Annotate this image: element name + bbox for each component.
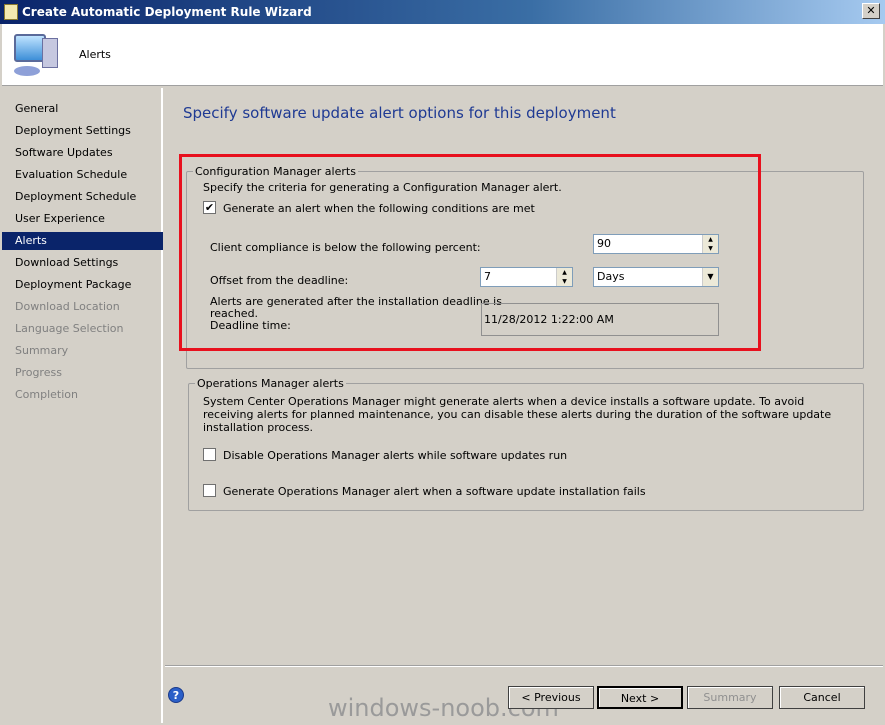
generate-om-checkbox[interactable] bbox=[203, 484, 216, 497]
previous-button[interactable]: < Previous bbox=[508, 686, 594, 709]
disable-om-label: Disable Operations Manager alerts while … bbox=[223, 449, 568, 462]
generate-om-label: Generate Operations Manager alert when a… bbox=[223, 485, 646, 498]
main-panel: Specify software update alert options fo… bbox=[165, 88, 883, 723]
sidebar-item-evaluation-schedule[interactable]: Evaluation Schedule bbox=[2, 166, 163, 184]
sidebar-item-general[interactable]: General bbox=[2, 100, 163, 118]
page-heading: Specify software update alert options fo… bbox=[183, 104, 616, 122]
help-icon[interactable]: ? bbox=[168, 687, 184, 703]
sidebar-item-summary: Summary bbox=[15, 344, 69, 357]
disable-om-checkbox[interactable] bbox=[203, 448, 216, 461]
sidebar-item-download-location: Download Location bbox=[15, 300, 120, 313]
om-desc: System Center Operations Manager might g… bbox=[203, 395, 832, 434]
sidebar-item-deployment-settings[interactable]: Deployment Settings bbox=[2, 122, 163, 140]
sidebar-item-deployment-package[interactable]: Deployment Package bbox=[2, 276, 163, 294]
window-title: Create Automatic Deployment Rule Wizard bbox=[22, 5, 312, 19]
cancel-button[interactable]: Cancel bbox=[779, 686, 865, 709]
sidebar-item-download-settings[interactable]: Download Settings bbox=[2, 254, 163, 272]
header-page-title: Alerts bbox=[79, 48, 111, 61]
om-alerts-legend: Operations Manager alerts bbox=[197, 377, 344, 390]
summary-button: Summary bbox=[687, 686, 773, 709]
wizard-header: Alerts bbox=[2, 24, 883, 86]
highlight-box bbox=[179, 154, 761, 351]
sidebar-item-deployment-schedule[interactable]: Deployment Schedule bbox=[2, 188, 163, 206]
close-button[interactable]: ✕ bbox=[862, 3, 880, 19]
computer-icon bbox=[12, 32, 60, 78]
sidebar-item-language-selection: Language Selection bbox=[15, 322, 124, 335]
sidebar-item-software-updates[interactable]: Software Updates bbox=[2, 144, 163, 162]
sidebar-item-user-experience[interactable]: User Experience bbox=[2, 210, 163, 228]
sidebar-item-completion: Completion bbox=[15, 388, 79, 401]
title-bar: Create Automatic Deployment Rule Wizard … bbox=[0, 0, 885, 24]
sidebar-item-alerts[interactable]: Alerts bbox=[2, 232, 163, 250]
footer-separator bbox=[165, 665, 883, 667]
next-button[interactable]: Next > bbox=[597, 686, 683, 709]
wizard-icon bbox=[4, 4, 18, 20]
sidebar: General Deployment Settings Software Updat… bbox=[2, 88, 163, 723]
sidebar-item-progress: Progress bbox=[15, 366, 62, 379]
